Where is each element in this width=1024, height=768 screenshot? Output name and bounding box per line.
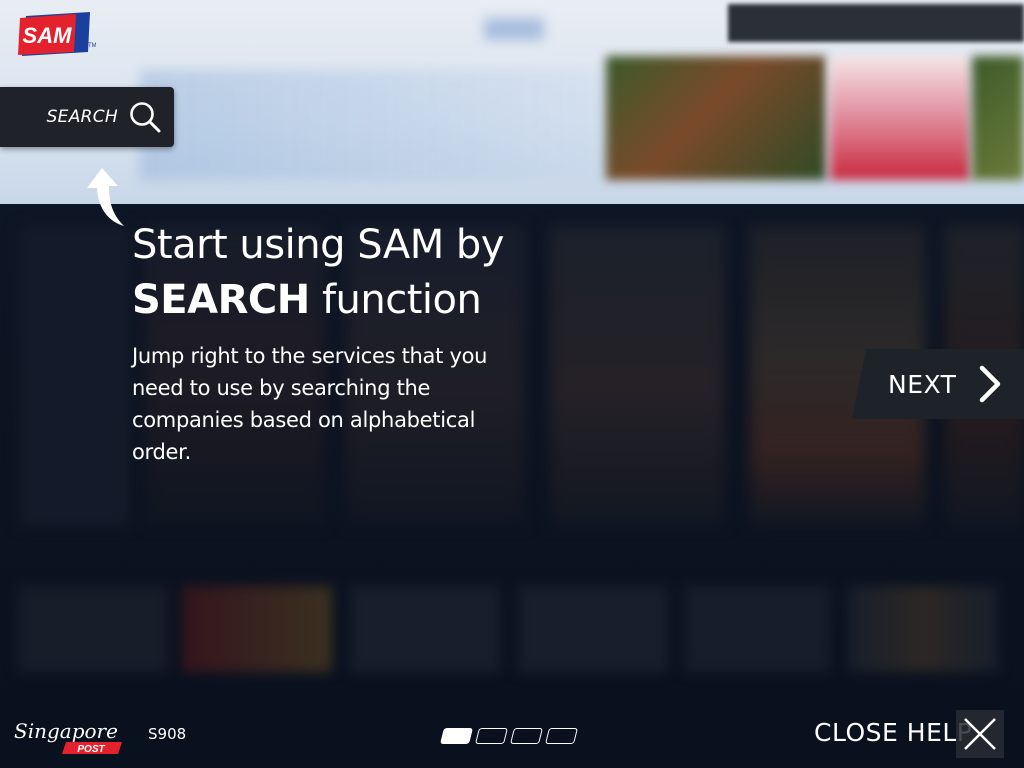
headline-line-2: function (309, 277, 482, 323)
pointer-arrow-icon (87, 168, 124, 226)
search-label: SEARCH (46, 107, 118, 127)
singapore-post-logo: Singapore POST (14, 719, 122, 755)
close-help-label[interactable]: CLOSE HELP (814, 718, 972, 747)
logo-text: SAM (23, 23, 73, 48)
pager-dot-2[interactable] (475, 728, 508, 744)
pager-dot-1[interactable] (440, 728, 473, 744)
pager-dot-3[interactable] (510, 728, 543, 744)
help-description: Jump right to the services that you need… (132, 344, 488, 464)
background-top-bar (728, 4, 1024, 42)
background-chip (484, 18, 544, 40)
logo-tm: TM (88, 43, 96, 49)
background-ad-image (830, 56, 970, 180)
background-welcome-banner (140, 70, 620, 180)
chevron-right-icon (980, 365, 1001, 403)
search-icon (130, 102, 161, 133)
close-icon (964, 718, 996, 750)
close-help-button[interactable] (956, 710, 1004, 758)
next-button[interactable]: NEXT (852, 349, 1024, 419)
kiosk-id: S908 (148, 725, 187, 743)
help-headline: Start using SAM by SEARCH function (132, 218, 612, 328)
background-ad-image (972, 56, 1024, 180)
next-label: NEXT (888, 369, 957, 399)
sam-logo: SAM TM (18, 12, 96, 56)
headline-line-1: Start using SAM by (132, 222, 504, 268)
help-pager (440, 728, 578, 744)
pager-dot-4[interactable] (545, 728, 578, 744)
headline-emphasis: SEARCH (132, 277, 310, 323)
logo-script: Singapore (14, 719, 118, 743)
logo-post: POST (77, 744, 105, 755)
search-button[interactable]: SEARCH (0, 87, 174, 147)
background-ad-image (606, 56, 826, 180)
